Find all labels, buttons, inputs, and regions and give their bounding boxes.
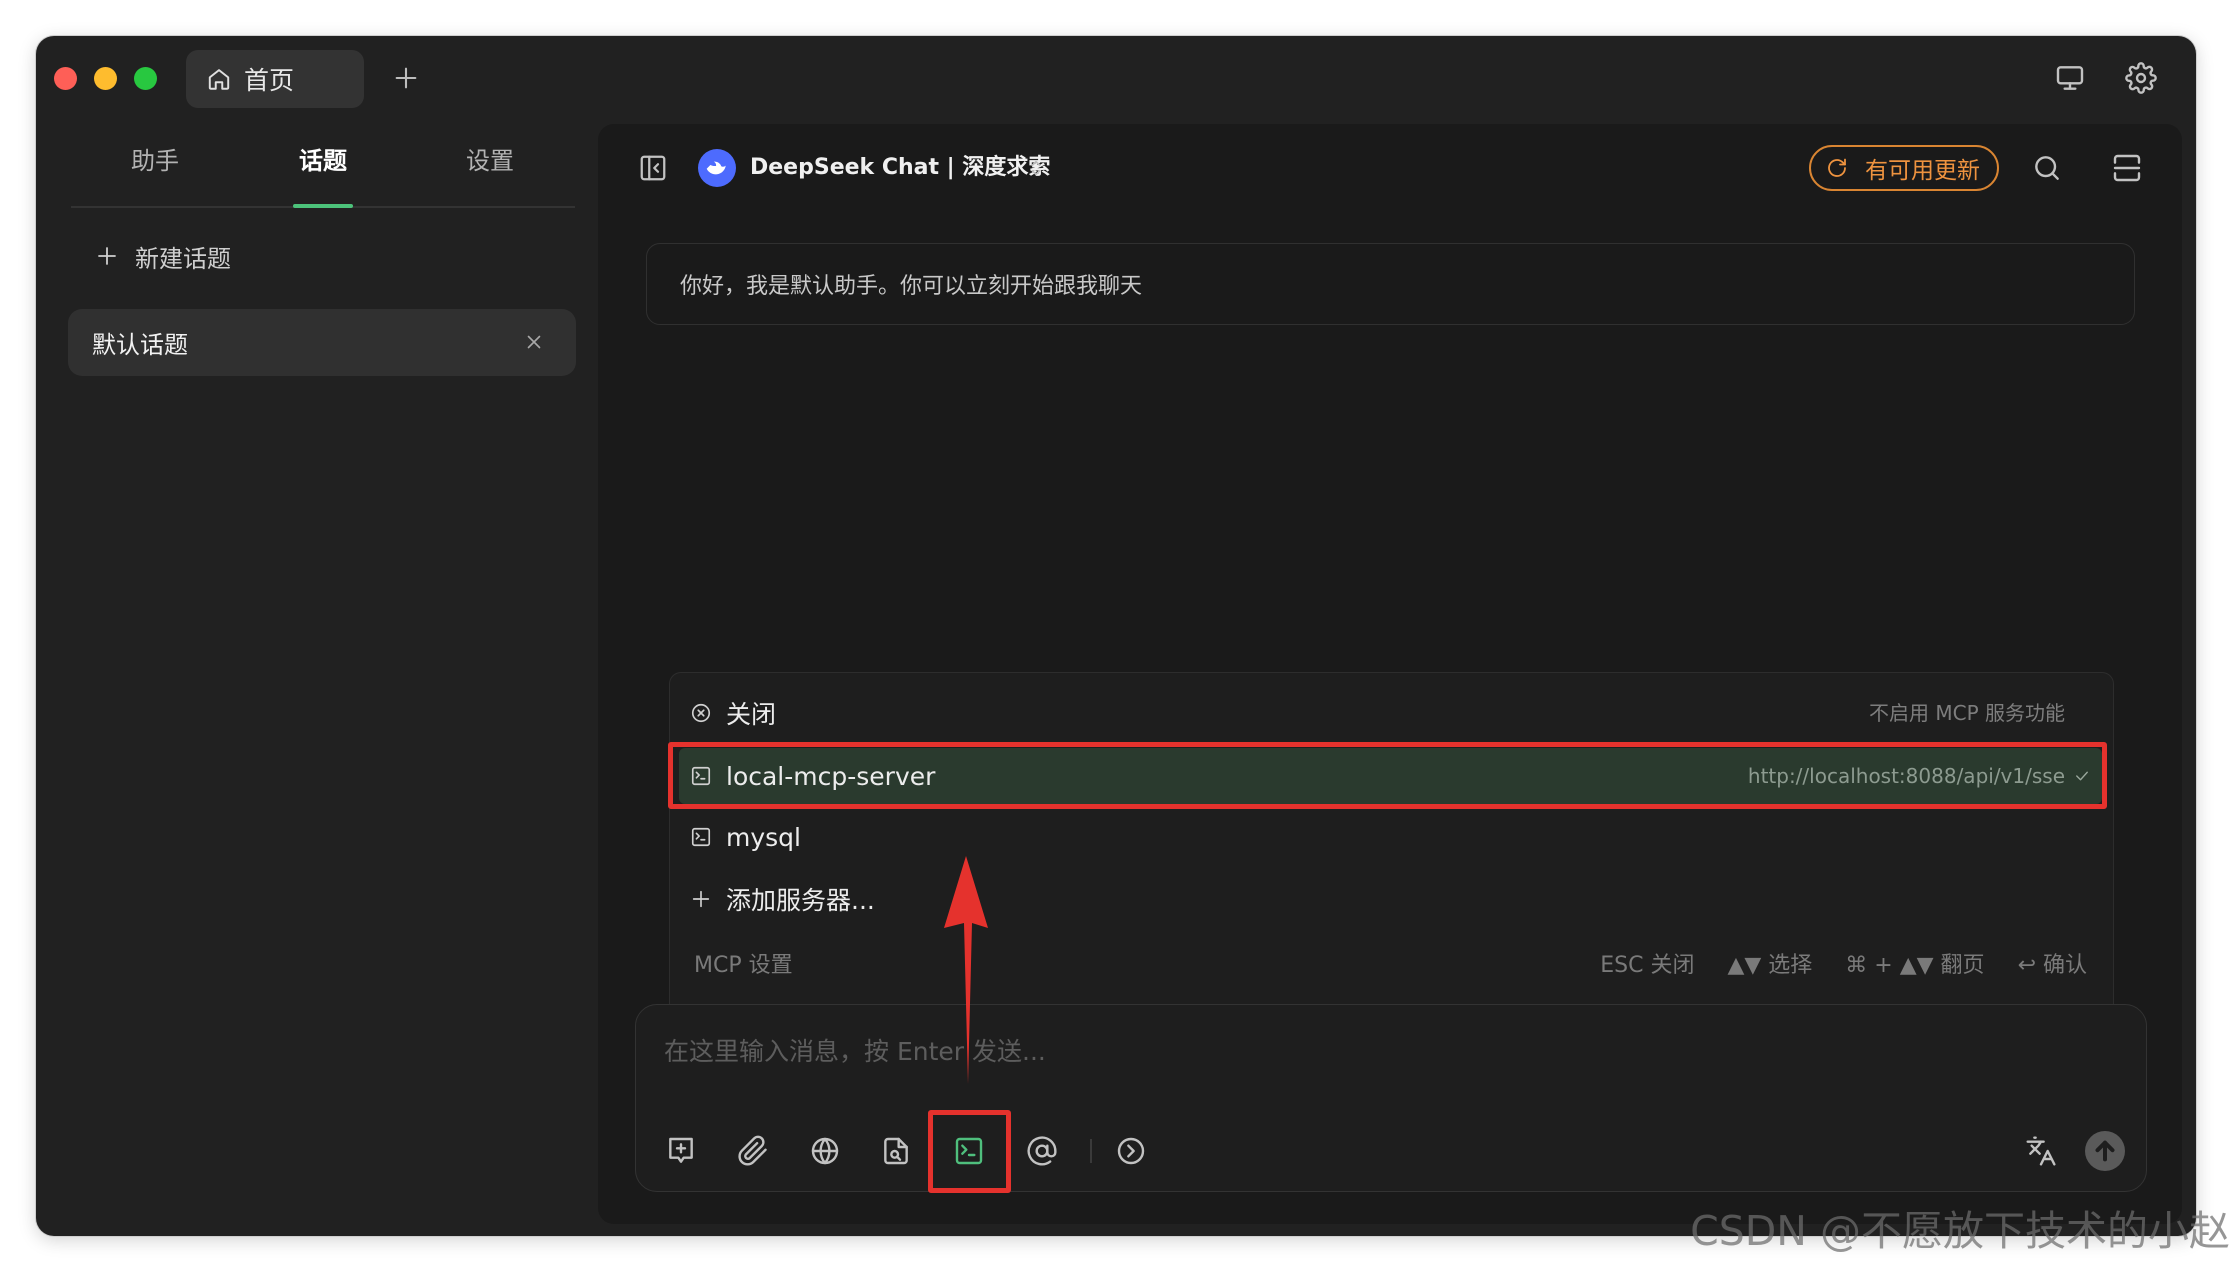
- shortcut-hint: ESC 关闭: [1600, 953, 1695, 978]
- active-tab-indicator: [293, 204, 353, 208]
- globe-icon[interactable]: [809, 1135, 841, 1167]
- zoom-window-button[interactable]: [134, 67, 157, 90]
- message-text: 你好，我是默认助手。你可以立刻开始跟我聊天: [680, 274, 1143, 299]
- minimize-window-button[interactable]: [94, 67, 117, 90]
- keyboard-shortcuts: ESC 关闭 ▲▼ 选择 ⌘ + ▲▼ 翻页 ↩ 确认: [1600, 948, 2087, 984]
- tab-home[interactable]: 首页: [186, 50, 364, 108]
- sidebar-tab-topics[interactable]: 话题: [248, 141, 398, 181]
- new-tab-plus-icon[interactable]: [392, 64, 420, 92]
- mcp-server-menu: 关闭 不启用 MCP 服务功能 local-mcp-server http://…: [669, 672, 2114, 1004]
- sidebar-tab-assistant[interactable]: 助手: [80, 141, 230, 181]
- annotation-highlight-box: [668, 742, 2107, 809]
- close-circle-icon: [690, 702, 712, 724]
- translate-icon[interactable]: [2025, 1135, 2057, 1167]
- model-selector[interactable]: DeepSeek Chat | 深度求索: [750, 153, 1050, 183]
- tab-label: 首页: [244, 66, 295, 95]
- search-icon[interactable]: [2031, 152, 2063, 184]
- shortcut-hint: ▲▼ 选择: [1727, 953, 1813, 978]
- topic-item-default[interactable]: 默认话题: [68, 309, 576, 376]
- plus-icon: [690, 888, 712, 910]
- new-topic-icon[interactable]: [665, 1135, 697, 1167]
- message-input[interactable]: [664, 1031, 2114, 1073]
- monitor-icon[interactable]: [2054, 62, 2086, 94]
- mcp-item-add-server[interactable]: 添加服务器...: [679, 871, 2102, 927]
- terminal-icon: [690, 826, 712, 848]
- home-icon: [206, 66, 232, 92]
- mcp-item-hint: 不启用 MCP 服务功能: [1869, 701, 2065, 725]
- paperclip-icon[interactable]: [737, 1135, 769, 1167]
- at-icon[interactable]: [1026, 1135, 1058, 1167]
- chevron-circle-icon[interactable]: [1115, 1135, 1147, 1167]
- new-topic-button[interactable]: 新建话题: [95, 239, 231, 273]
- mcp-item-label: mysql: [726, 822, 801, 852]
- annotation-highlight-box: [928, 1110, 1011, 1193]
- file-search-icon[interactable]: [880, 1135, 912, 1167]
- message-composer: [635, 1004, 2147, 1192]
- chat-panel: DeepSeek Chat | 深度求索 有可用更新 你好，我是默认助手。你可以…: [598, 124, 2182, 1224]
- arrow-up-icon: [2095, 1140, 2115, 1162]
- gear-icon[interactable]: [2125, 62, 2157, 94]
- shortcut-hint: ⌘ + ▲▼ 翻页: [1845, 953, 1985, 978]
- send-button[interactable]: [2085, 1131, 2125, 1171]
- chevron-up-down-icon[interactable]: [1025, 157, 1047, 179]
- update-available-button[interactable]: 有可用更新: [1809, 145, 1999, 191]
- shortcut-hint: ↩ 确认: [2017, 953, 2087, 978]
- scan-icon[interactable]: [2111, 152, 2143, 184]
- mcp-item-label: 添加服务器...: [726, 886, 875, 915]
- mcp-item-mysql[interactable]: mysql: [679, 809, 2102, 865]
- toolbar-divider: [1090, 1139, 1092, 1163]
- close-icon[interactable]: [523, 331, 545, 353]
- sidebar-toggle-icon[interactable]: [638, 153, 668, 183]
- app-window: 首页 助手 话题 设置 新建话题 默认话题 DeepSeek Chat | 深度…: [36, 36, 2196, 1236]
- mcp-settings-link[interactable]: MCP 设置: [694, 953, 793, 978]
- plus-icon: [95, 244, 119, 268]
- mcp-item-label: 关闭: [726, 700, 777, 729]
- update-label: 有可用更新: [1865, 158, 1980, 184]
- topic-label: 默认话题: [92, 331, 188, 359]
- watermark: CSDN @不愿放下技术的小赵: [1690, 1207, 2230, 1255]
- mcp-menu-footer: MCP 设置 ESC 关闭 ▲▼ 选择 ⌘ + ▲▼ 翻页 ↩ 确认: [694, 948, 2087, 984]
- close-window-button[interactable]: [54, 67, 77, 90]
- assistant-message: 你好，我是默认助手。你可以立刻开始跟我聊天: [646, 243, 2135, 325]
- sidebar-tab-settings[interactable]: 设置: [415, 141, 565, 181]
- refresh-icon: [1825, 156, 1849, 180]
- new-topic-label: 新建话题: [135, 244, 231, 273]
- model-avatar: [698, 149, 736, 187]
- mcp-item-close[interactable]: 关闭 不启用 MCP 服务功能: [679, 685, 2102, 741]
